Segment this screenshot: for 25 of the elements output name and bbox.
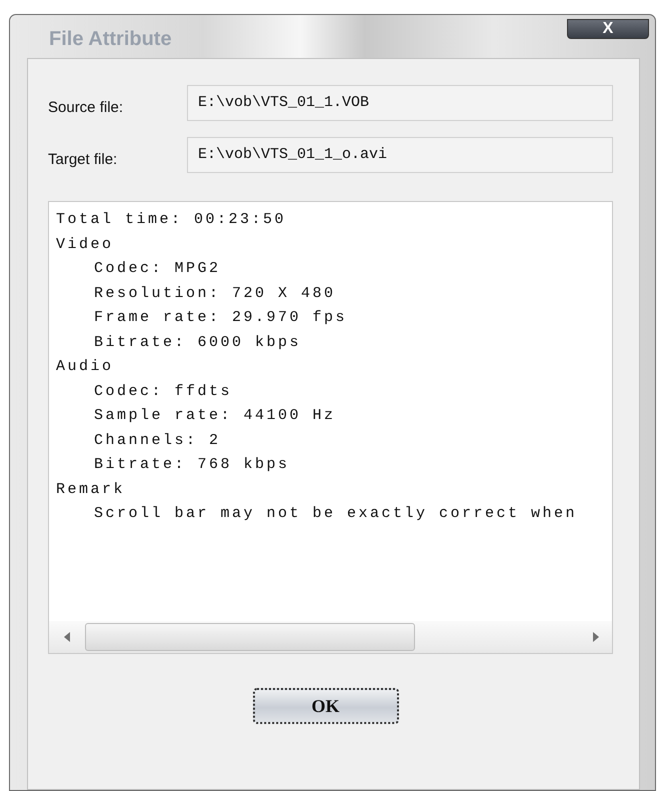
info-line: Scroll bar may not be exactly correct when [93, 504, 578, 524]
field-label: Target file: [48, 150, 118, 168]
scroll-right-icon[interactable] [592, 632, 600, 642]
info-line: Audio [56, 357, 115, 377]
field-label: Source file: [48, 98, 124, 116]
info-line: Bitrate: 768 kbps [93, 455, 291, 475]
ok-button[interactable]: OK [252, 688, 398, 724]
info-line: Remark [56, 480, 126, 500]
path-field[interactable]: E:\vob\VTS_01_1.VOB [187, 85, 613, 121]
horizontal-scrollbar[interactable] [49, 621, 612, 653]
path-field[interactable]: E:\vob\VTS_01_1_o.avi [187, 137, 613, 173]
info-line: Codec: ffdts [93, 382, 234, 402]
scroll-left-icon[interactable] [63, 632, 71, 642]
info-text-area[interactable] [48, 201, 613, 654]
info-line: Channels: 2 [93, 430, 222, 450]
info-line: Sample rate: 44100 Hz [93, 406, 337, 426]
info-line: Total time: 00:23:50 [56, 210, 288, 230]
close-button[interactable]: X [567, 19, 649, 39]
info-line: Bitrate: 6000 kbps [93, 332, 302, 352]
info-line: Resolution: 720 X 480 [93, 284, 337, 304]
window-title: File Attribute [49, 28, 172, 51]
info-line: Video [56, 234, 115, 254]
info-line: Codec: MPG2 [93, 259, 222, 279]
info-line: Frame rate: 29.970 fps [93, 308, 348, 328]
scroll-thumb[interactable] [85, 623, 415, 651]
